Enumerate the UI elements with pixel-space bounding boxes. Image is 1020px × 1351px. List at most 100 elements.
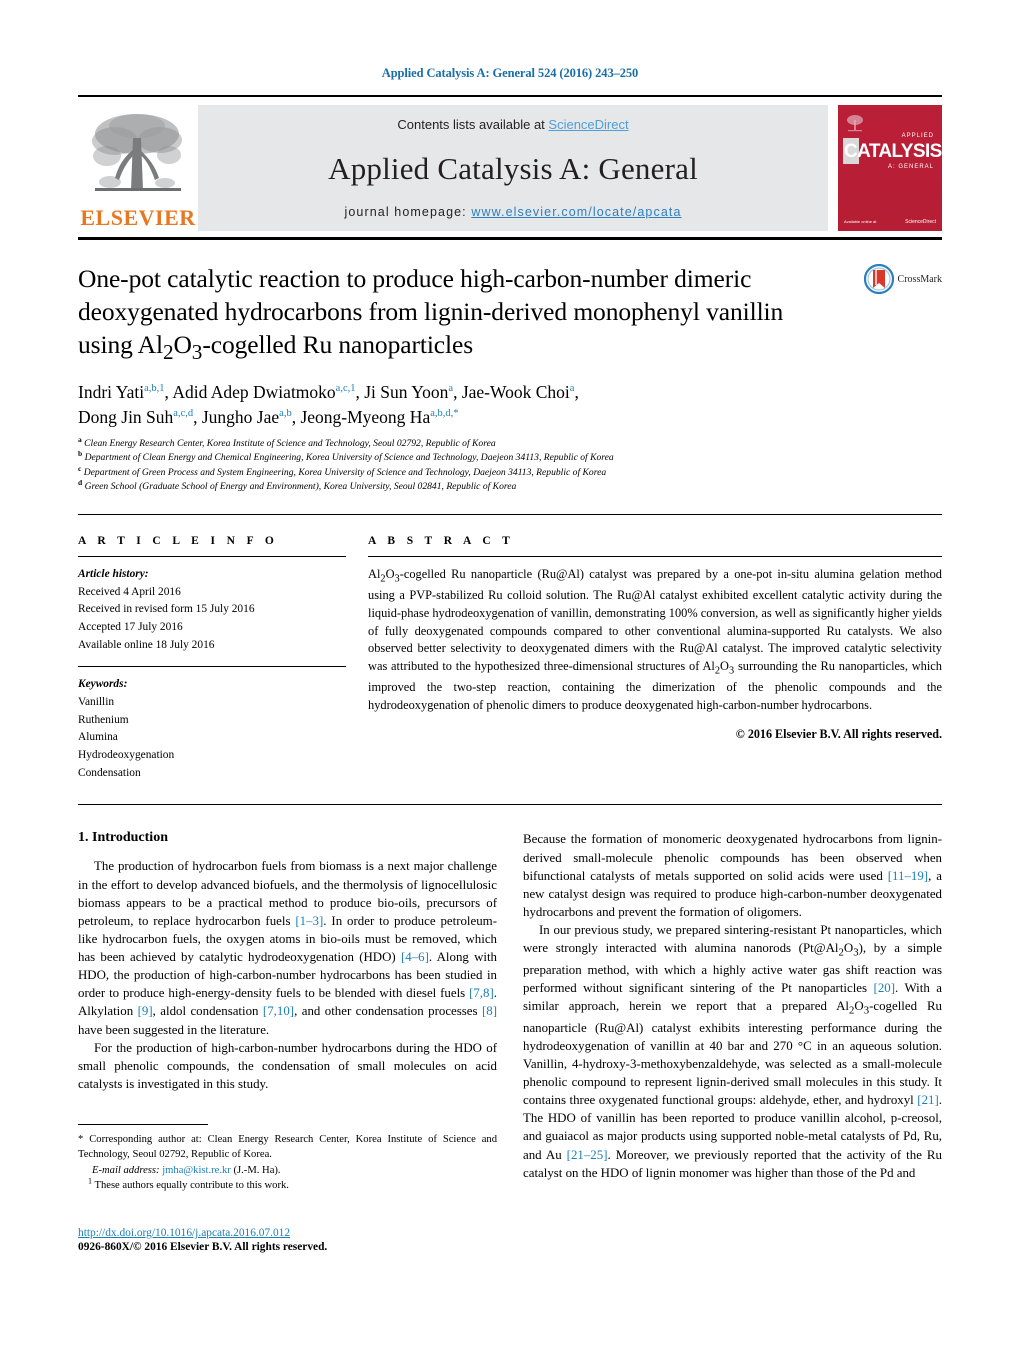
author-name: Jae-Wook Choi <box>461 382 570 402</box>
keyword-item: Vanillin <box>78 696 115 709</box>
article-info-label: A R T I C L E I N F O <box>78 535 279 547</box>
affiliation-item: a Clean Energy Research Center, Korea In… <box>78 434 942 452</box>
affiliation-mark: c <box>78 463 82 473</box>
citation-ref[interactable]: [7,10] <box>263 1004 294 1018</box>
contents-prefix: Contents lists available at <box>397 117 549 132</box>
citation-ref[interactable]: [7,8] <box>469 986 494 1000</box>
author-affil-marks: a,c,1 <box>335 383 356 395</box>
abstract-label: A B S T R A C T <box>368 535 515 547</box>
abstract-column: A B S T R A C T Al2O3-cogelled Ru nanopa… <box>368 535 942 782</box>
article-info-rule <box>78 556 346 557</box>
author-affil-marks: a <box>569 383 575 395</box>
author-name: Jungho Jae <box>201 406 280 427</box>
keyword-item: Hydrodeoxygenation <box>78 749 175 762</box>
article-history-heading: Article history: <box>78 568 149 580</box>
journal-band: Contents lists available at ScienceDirec… <box>198 105 828 231</box>
keywords-heading: Keywords: <box>78 678 128 691</box>
cover-footer-left: Available online at <box>844 219 877 225</box>
cover-elsevier-icon <box>846 113 864 133</box>
keyword-item: Condensation <box>78 766 141 779</box>
sciencedirect-link[interactable]: ScienceDirect <box>548 117 628 132</box>
affiliation-text: Department of Clean Energy and Chemical … <box>84 452 614 464</box>
journal-homepage-line: journal homepage: www.elsevier.com/locat… <box>345 205 682 219</box>
keyword-item: Alumina <box>78 731 118 744</box>
article-history-group: Article history: Received 4 April 2016 R… <box>78 566 346 654</box>
citation-ref[interactable]: [8] <box>482 1004 497 1018</box>
affiliation-mark: a <box>78 434 82 444</box>
footnote-email: E-mail address: jmha@kist.re.kr (J.-M. H… <box>78 1163 497 1178</box>
cover-title: CATALYSIS <box>844 141 942 162</box>
footnote-corresponding-author: * Corresponding author at: Clean Energy … <box>78 1134 497 1161</box>
contents-available-line: Contents lists available at ScienceDirec… <box>397 117 628 132</box>
elsevier-wordmark: ELSEVIER <box>80 205 196 230</box>
affiliation-item: d Green School (Graduate School of Energ… <box>78 478 942 495</box>
author-affil-marks: a,c,d <box>173 408 194 420</box>
keyword-item: Ruthenium <box>78 713 129 726</box>
affiliation-text: Clean Energy Research Center, Korea Inst… <box>84 437 496 449</box>
paragraph: For the production of high-carbon-number… <box>78 1040 497 1091</box>
cover-footer-right: ScienceDirect <box>905 219 936 225</box>
abstract-text: Al2O3-cogelled Ru nanoparticle (Ru@Al) c… <box>368 567 943 712</box>
author-name: Adid Adep Dwiatmoko <box>172 382 336 402</box>
paragraph: In our previous study, we prepared sinte… <box>523 923 943 1180</box>
history-item: Accepted 17 July 2016 <box>78 621 183 634</box>
journal-title: Applied Catalysis A: General <box>328 150 698 186</box>
journal-cover-thumbnail: APPLIED CATALYSIS A: GENERAL Available o… <box>838 105 942 231</box>
affiliation-mark: d <box>78 478 83 488</box>
crossmark-badge[interactable]: CrossMark <box>863 264 942 294</box>
cover-subtitle-top: APPLIED <box>901 133 934 139</box>
email-link[interactable]: jmha@kist.re.kr <box>162 1165 231 1176</box>
history-item: Received 4 April 2016 <box>78 585 181 598</box>
article-info-column: A R T I C L E I N F O Article history: R… <box>78 535 346 782</box>
citation-ref[interactable]: [11–19] <box>888 869 928 883</box>
title-block: CrossMark One-pot catalytic reaction to … <box>78 262 942 495</box>
author-affil-marks: a,b <box>279 408 292 420</box>
footnote-equal-contribution: 1 These authors equally contribute to th… <box>78 1177 497 1193</box>
affiliation-mark: b <box>78 449 83 459</box>
running-head: Applied Catalysis A: General 524 (2016) … <box>381 66 639 80</box>
info-abstract-section: A R T I C L E I N F O Article history: R… <box>78 514 942 782</box>
history-item: Received in revised form 15 July 2016 <box>78 603 255 616</box>
article-page: Applied Catalysis A: General 524 (2016) … <box>0 0 1020 1351</box>
citation-ref[interactable]: [21–25] <box>567 1148 608 1162</box>
footnote-block: * Corresponding author at: Clean Energy … <box>78 1124 497 1193</box>
homepage-prefix: journal homepage: <box>344 205 472 219</box>
citation-ref[interactable]: [1–3] <box>295 914 323 928</box>
author-name: Dong Jin Suh <box>78 406 174 427</box>
paragraph: Because the formation of monomeric deoxy… <box>523 832 942 919</box>
elsevier-logo: ELSEVIER <box>78 105 198 231</box>
masthead-bottom-rule <box>78 237 942 240</box>
paragraph: The production of hydrocarbon fuels from… <box>78 859 497 1037</box>
keywords-rule <box>78 666 346 668</box>
doi-link[interactable]: http://dx.doi.org/10.1016/j.apcata.2016.… <box>78 1227 508 1239</box>
affiliation-text: Department of Green Process and System E… <box>83 466 607 478</box>
abstract-bottom-rule <box>78 804 942 806</box>
crossmark-icon <box>863 264 894 294</box>
history-item: Available online 18 July 2016 <box>78 638 215 651</box>
body-column-right: Because the formation of monomeric deoxy… <box>523 830 942 1181</box>
citation-ref[interactable]: [4–6] <box>401 950 429 964</box>
section-heading-introduction: 1. Introduction <box>78 830 168 846</box>
affiliation-item: c Department of Green Process and System… <box>78 463 942 481</box>
affiliation-item: b Department of Clean Energy and Chemica… <box>78 449 942 466</box>
footer-doi-block: http://dx.doi.org/10.1016/j.apcata.2016.… <box>78 1227 508 1253</box>
journal-masthead: ELSEVIER Contents lists available at Sci… <box>78 95 942 231</box>
citation-ref[interactable]: [20] <box>874 981 895 995</box>
citation-ref[interactable]: [9] <box>138 1004 153 1018</box>
citation-ref[interactable]: [21] <box>917 1093 938 1107</box>
author-affil-marks: a <box>448 383 454 395</box>
footnote-text: These authors equally contribute to this… <box>94 1179 289 1191</box>
keywords-group: Keywords: Vanillin Ruthenium Alumina Hyd… <box>78 676 346 782</box>
elsevier-tree-icon <box>85 108 191 206</box>
issn-copyright: 0926-860X/© 2016 Elsevier B.V. All right… <box>78 1241 328 1253</box>
footnote-rule <box>78 1124 208 1125</box>
affiliation-list: a Clean Energy Research Center, Korea In… <box>78 434 942 495</box>
author-name: Indri Yati <box>78 382 145 402</box>
email-label: E-mail address: <box>92 1164 160 1176</box>
journal-homepage-link[interactable]: www.elsevier.com/locate/apcata <box>471 205 681 219</box>
author-list: Indri Yatia,b,1, Adid Adep Dwiatmokoa,c,… <box>78 382 579 427</box>
abstract-copyright: © 2016 Elsevier B.V. All rights reserved… <box>735 727 942 742</box>
author-affil-marks: a,b,d,* <box>430 408 459 420</box>
crossmark-label: CrossMark <box>897 273 942 285</box>
cover-subtitle-bottom: A: GENERAL <box>887 164 934 170</box>
